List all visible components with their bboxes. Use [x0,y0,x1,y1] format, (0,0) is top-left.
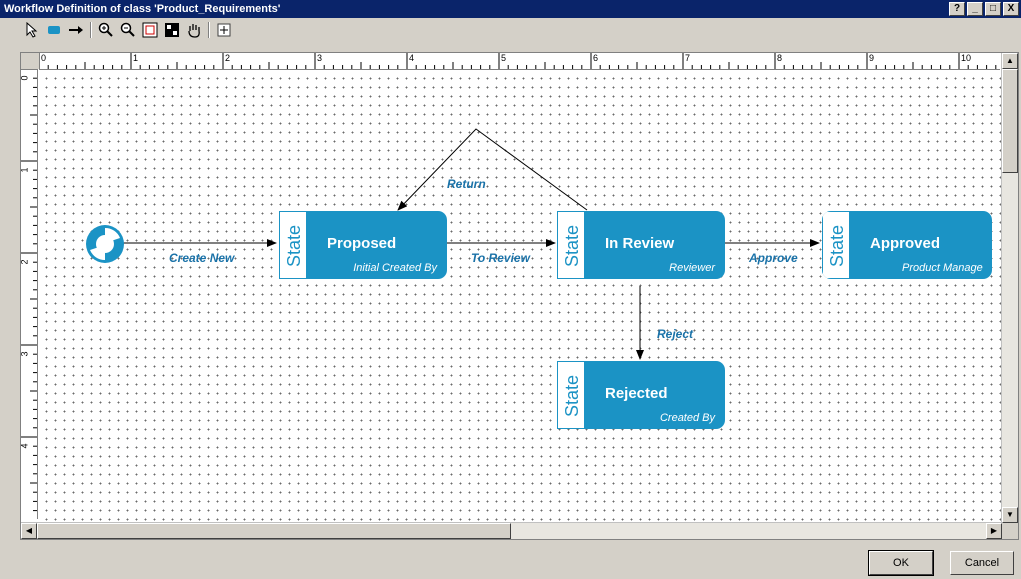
ruler-label: 4 [20,443,30,449]
ruler-corner [21,53,39,69]
fit-all-icon [165,23,179,37]
fit-width-icon [142,22,158,38]
state-rect-icon [48,26,60,34]
minimize-button[interactable]: _ [967,2,983,16]
ruler-label: 6 [593,53,599,63]
state-actor: Created By [659,412,715,424]
hand-icon [188,24,200,38]
state-tab: State [557,361,585,429]
grid-tool[interactable] [214,20,234,40]
state-actor: Initial Created By [353,262,437,274]
ruler-label: 3 [317,53,323,63]
state-name: In Review [605,235,675,252]
toolbar-separator [90,22,92,38]
ruler-label: 8 [777,53,783,63]
state-tag: State [284,224,304,268]
scroll-up-button[interactable]: ▲ [1002,53,1018,69]
state-tab: State [557,211,585,279]
fit-all-tool[interactable] [162,20,182,40]
transition-lines [123,128,820,360]
horizontal-ruler: 0 1 2 3 4 5 6 7 8 9 10 [38,53,1015,70]
transition-label-approve[interactable]: Approve [749,251,798,265]
maximize-button[interactable]: □ [985,2,1001,16]
start-node-icon[interactable] [85,224,125,264]
state-actor: Reviewer [669,262,715,274]
arrow-right-icon [69,26,83,34]
transition-label-reject[interactable]: Reject [657,327,693,341]
horizontal-scroll-thumb[interactable] [37,523,511,539]
pointer-icon [26,22,38,38]
ruler-label: 1 [20,167,30,173]
ruler-label: 5 [501,53,507,63]
close-button[interactable]: X [1003,2,1019,16]
scroll-left-button[interactable]: ◀ [21,523,37,539]
grid-icon [217,23,231,37]
vertical-scroll-thumb[interactable] [1002,69,1018,173]
state-tab: State [822,211,850,279]
diagram-canvas[interactable]: Create New To Review Approve Reject Retu… [39,71,1001,521]
transition-label-to-review[interactable]: To Review [471,251,530,265]
state-rejected[interactable]: State Rejected Created By [557,361,725,429]
window-title-bar: Workflow Definition of class 'Product_Re… [0,0,1021,18]
state-tool[interactable] [44,20,64,40]
scroll-down-button[interactable]: ▼ [1002,507,1018,523]
toolbar [0,18,1021,42]
pan-tool[interactable] [184,20,204,40]
zoom-in-tool[interactable] [96,20,116,40]
ruler-label: 1 [133,53,139,63]
ruler-label: 2 [20,259,30,265]
state-approved[interactable]: State Approved Product Manage [822,211,992,279]
ruler-label: 9 [869,53,875,63]
ruler-label: 7 [685,53,691,63]
cancel-button[interactable]: Cancel [950,551,1014,575]
state-tag: State [562,374,582,418]
zoom-out-tool[interactable] [118,20,138,40]
transition-return[interactable] [397,128,588,211]
state-actor: Product Manage [902,262,983,274]
state-name: Rejected [605,385,668,402]
transition-label-create-new[interactable]: Create New [169,251,234,265]
fit-width-tool[interactable] [140,20,160,40]
state-name: Proposed [327,235,397,252]
state-tab: State [279,211,307,279]
diagram-editor: 0 1 2 3 4 5 6 7 8 9 10 0 1 2 3 4 Create … [20,52,1019,540]
transition-label-return[interactable]: Return [447,177,486,191]
resize-grip-icon[interactable] [1002,523,1018,539]
vertical-scrollbar[interactable]: ▲ ▼ [1001,53,1018,523]
ruler-label: 4 [409,53,415,63]
state-in-review[interactable]: State In Review Reviewer [557,211,725,279]
help-button[interactable]: ? [949,2,965,16]
zoom-out-icon [120,22,135,37]
scroll-right-button[interactable]: ▶ [986,523,1002,539]
vertical-ruler: 0 1 2 3 4 [20,68,38,521]
window-title: Workflow Definition of class 'Product_Re… [4,3,281,15]
horizontal-scrollbar[interactable]: ◀ ▶ [21,522,1002,539]
ruler-label: 0 [41,53,47,63]
zoom-in-icon [98,22,113,37]
state-tag: State [827,224,847,268]
state-tag: State [562,224,582,268]
state-proposed[interactable]: State Proposed Initial Created By [279,211,447,279]
transition-tool[interactable] [66,20,86,40]
ruler-label: 3 [20,351,30,357]
ruler-label: 2 [225,53,231,63]
toolbar-separator [208,22,210,38]
select-tool[interactable] [22,20,42,40]
ruler-label: 10 [961,53,972,63]
ruler-label: 0 [20,75,30,81]
state-name: Approved [870,235,941,252]
ok-button[interactable]: OK [868,550,934,576]
